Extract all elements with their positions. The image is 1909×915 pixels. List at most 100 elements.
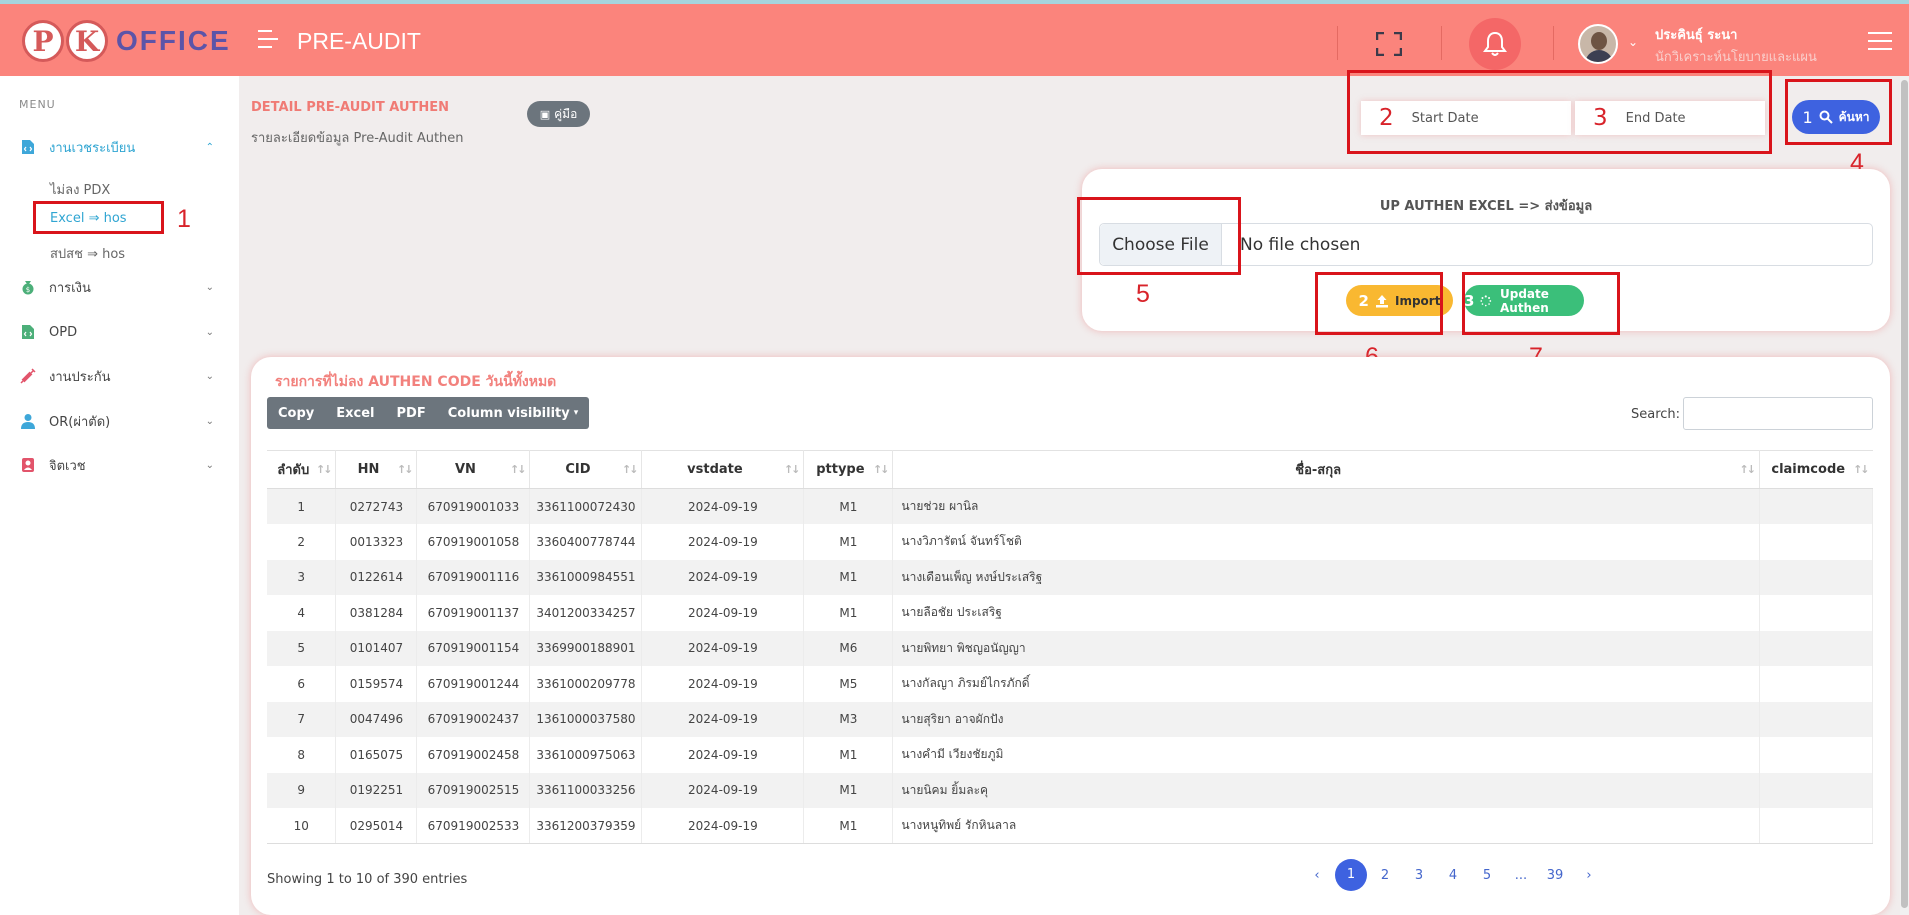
table-cell: นางเดือนเพ็ญ หงษ์ประเสริฐ [892,559,1760,595]
divider [1337,26,1338,60]
page-scrollbar[interactable] [1900,76,1909,915]
money-bag-icon: $ [20,279,36,295]
sidebar-item-label: OR(ผ่าตัด) [49,414,111,430]
next-page-button[interactable]: › [1572,868,1606,883]
sidebar-item-finance[interactable]: $ การเงิน ⌄ [20,276,220,298]
sidebar-toggle-icon[interactable] [258,30,280,48]
table-cell: 2 [267,524,337,560]
table-cell: 3361000984551 [529,559,643,595]
sidebar-item-medical-records[interactable]: งานเวชระเบียน ⌃ [20,136,220,158]
table-cell: 2024-09-19 [641,595,805,631]
table-row[interactable]: 2 0013323 670919001058 3360400778744 2024-09… [267,524,1874,560]
table-cell: 0122614 [335,559,418,595]
table-cell: 3361100072430 [529,488,643,524]
chevron-up-icon: ⌃ [205,141,214,153]
sort-icon: ↑↓ [316,463,333,476]
table-row[interactable]: 6 0159574 670919001244 3361000209778 2024-09… [267,666,1874,702]
table-cell [1759,701,1874,737]
column-visibility-button[interactable]: Column visibility ▾ [437,397,590,429]
table-cell: 9 [267,772,337,808]
table-cell: 2024-09-19 [641,524,805,560]
fullscreen-icon[interactable] [1376,32,1402,56]
column-header[interactable]: pttype ↑↓ [803,450,894,489]
table-row[interactable]: 7 0047496 670919002437 1361000037580 2024-09… [267,701,1874,737]
table-cell [1759,488,1874,524]
table-cell [1759,524,1874,560]
excel-button[interactable]: Excel [325,397,385,429]
page-button-current[interactable]: 1 [1335,859,1367,891]
column-header[interactable]: claimcode ↑↓ [1759,450,1873,489]
sort-icon: ↑↓ [397,463,414,476]
table-row[interactable]: 3 0122614 670919001116 3361000984551 2024-09… [267,559,1874,595]
table-row[interactable]: 4 0381284 670919001137 3401200334257 2024-09… [267,595,1874,631]
copy-button[interactable]: Copy [267,397,325,429]
sort-icon: ↑↓ [1739,463,1757,476]
page-button[interactable]: 2 [1368,868,1402,883]
user-name[interactable]: ประคินธุ์ ระนา [1655,24,1737,45]
column-header[interactable]: HN ↑↓ [335,450,418,489]
logo-letter-p: P [22,20,64,62]
chevron-down-icon: ⌄ [205,459,214,471]
annotation-box-import [1315,272,1443,335]
column-header[interactable]: ลำดับ ↑↓ [267,450,337,489]
annotation-number: 5 [1136,280,1150,308]
patient-icon [20,457,36,473]
page-button[interactable]: 3 [1402,868,1436,883]
sidebar-item-or[interactable]: OR(ผ่าตัด) ⌄ [20,410,220,432]
column-header[interactable]: ชื่อ-สกุล ↑↓ [892,450,1760,489]
table-cell: 2024-09-19 [641,701,805,737]
pdf-button[interactable]: PDF [386,397,437,429]
pagination: ‹ 1 2 3 4 5 ... 39 › [1300,859,1606,891]
table-cell [1759,772,1874,808]
table-search-input[interactable] [1683,397,1873,430]
table-row[interactable]: 10 0295014 670919002533 3361200379359 2024-0… [267,808,1874,844]
sort-icon: ↑↓ [622,463,639,476]
table-cell: 3361000209778 [529,666,643,702]
table-cell: 2024-09-19 [641,559,805,595]
page-button[interactable]: 4 [1436,868,1470,883]
table-cell: 3369900188901 [529,630,643,666]
table-cell: M1 [803,524,894,560]
app-logo[interactable]: P K OFFICE [22,20,231,62]
avatar[interactable] [1578,24,1618,64]
table-cell [1759,666,1874,702]
page-button[interactable]: 39 [1538,868,1572,883]
sidebar-item-opd[interactable]: OPD ⌄ [20,321,220,343]
table-info: Showing 1 to 10 of 390 entries [267,872,468,887]
manual-label: คู่มือ [554,106,578,121]
table-row[interactable]: 9 0192251 670919002515 3361100033256 2024-09… [267,772,1874,808]
table-cell: M3 [803,701,894,737]
table-cell: 670919001244 [416,666,531,702]
table-cell: นายนิคม ยิ้มละคุ [892,772,1760,808]
sidebar-subitem-nhso-hos[interactable]: สปสช ⇒ hos [50,243,125,264]
logo-letter-k: K [66,20,108,62]
column-header[interactable]: CID ↑↓ [529,450,643,489]
search-label: Search: [1631,407,1681,422]
table-cell: 2024-09-19 [641,737,805,773]
menu-icon[interactable] [1868,32,1892,56]
column-header[interactable]: vstdate ↑↓ [641,450,805,489]
chevron-down-icon[interactable]: ⌄ [1628,35,1638,49]
chevron-down-icon: ⌄ [205,326,214,338]
table-cell: นายลือชัย ประเสริฐ [892,595,1760,631]
sidebar-item-insurance[interactable]: งานประกัน ⌄ [20,365,220,387]
table-row[interactable]: 5 0101407 670919001154 3369900188901 2024-09… [267,630,1874,666]
sidebar-subitem-no-pdx[interactable]: ไม่ลง PDX [50,179,110,200]
page-ellipsis: ... [1514,867,1528,883]
prev-page-button[interactable]: ‹ [1300,868,1334,883]
table-cell: 3360400778744 [529,524,643,560]
table-cell: 7 [267,701,337,737]
table-cell: 670919002515 [416,772,531,808]
table-row[interactable]: 8 0165075 670919002458 3361000975063 2024-09… [267,737,1874,773]
page-button[interactable]: 5 [1470,868,1504,883]
book-icon: ▣ [539,107,551,121]
sidebar-item-psychiatry[interactable]: จิตเวช ⌄ [20,454,220,476]
table-cell: 0101407 [335,630,418,666]
table-cell [1759,808,1874,844]
table-row[interactable]: 1 0272743 670919001033 3361100072430 2024-09… [267,488,1874,524]
manual-button[interactable]: ▣ คู่มือ [527,101,590,127]
column-header[interactable]: VN ↑↓ [416,450,531,489]
table-cell: 1 [267,488,337,524]
notification-button[interactable] [1469,18,1521,70]
caret-down-icon: ▾ [573,408,579,418]
